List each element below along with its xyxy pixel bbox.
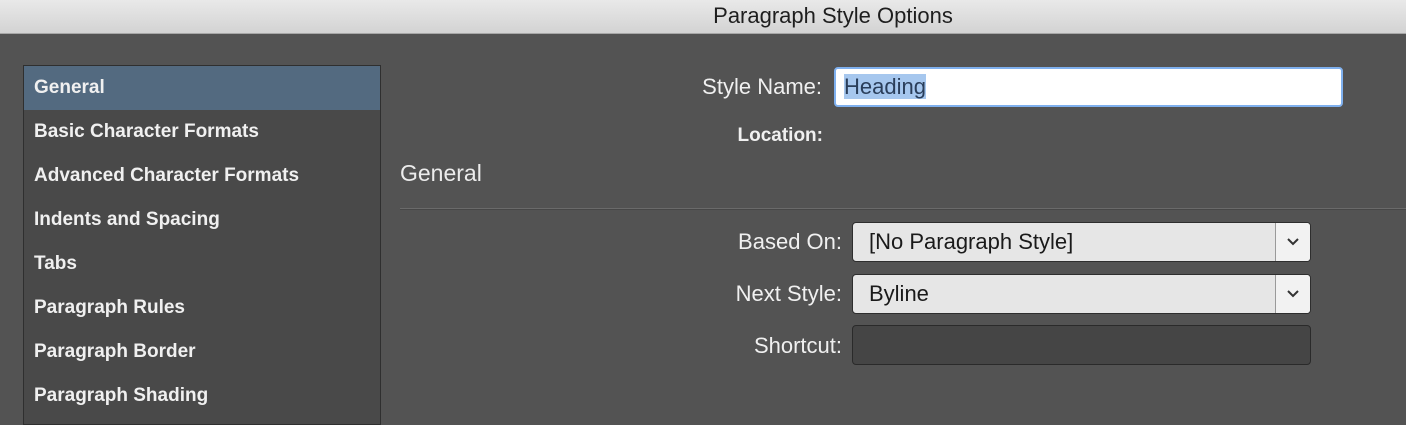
sidebar-item-paragraph-shading[interactable]: Paragraph Shading [24,374,380,418]
shortcut-input[interactable] [852,325,1311,365]
sidebar-item-paragraph-border[interactable]: Paragraph Border [24,330,380,374]
section-divider [400,208,1406,209]
next-style-label: Next Style: [735,281,842,306]
location-label: Location: [737,125,824,146]
chevron-down-icon [1287,290,1299,298]
sidebar-item-paragraph-rules[interactable]: Paragraph Rules [24,286,380,330]
sidebar-item-basic-character-formats[interactable]: Basic Character Formats [24,110,380,154]
style-name-value: Heading [844,74,926,99]
based-on-select[interactable]: [No Paragraph Style] [852,222,1311,262]
chevron-down-icon [1287,238,1299,246]
sidebar-item-advanced-character-formats[interactable]: Advanced Character Formats [24,154,380,198]
shortcut-label: Shortcut: [753,333,842,358]
based-on-value: [No Paragraph Style] [869,229,1074,254]
style-name-input[interactable]: Heading [834,67,1343,107]
category-list[interactable]: General Basic Character Formats Advanced… [23,65,381,425]
next-style-dropdown-button[interactable] [1275,275,1310,313]
next-style-value: Byline [869,281,929,306]
sidebar-item-general[interactable]: General [24,66,380,110]
based-on-dropdown-button[interactable] [1275,223,1310,261]
sidebar-item-indents-and-spacing[interactable]: Indents and Spacing [24,198,380,242]
title-bar[interactable]: Paragraph Style Options [0,0,1406,34]
next-style-select[interactable]: Byline [852,274,1311,314]
sidebar-item-tabs[interactable]: Tabs [24,242,380,286]
section-title: General [400,160,482,186]
window-title: Paragraph Style Options [713,3,953,28]
style-name-label: Style Name: [702,74,822,99]
based-on-label: Based On: [738,229,842,254]
